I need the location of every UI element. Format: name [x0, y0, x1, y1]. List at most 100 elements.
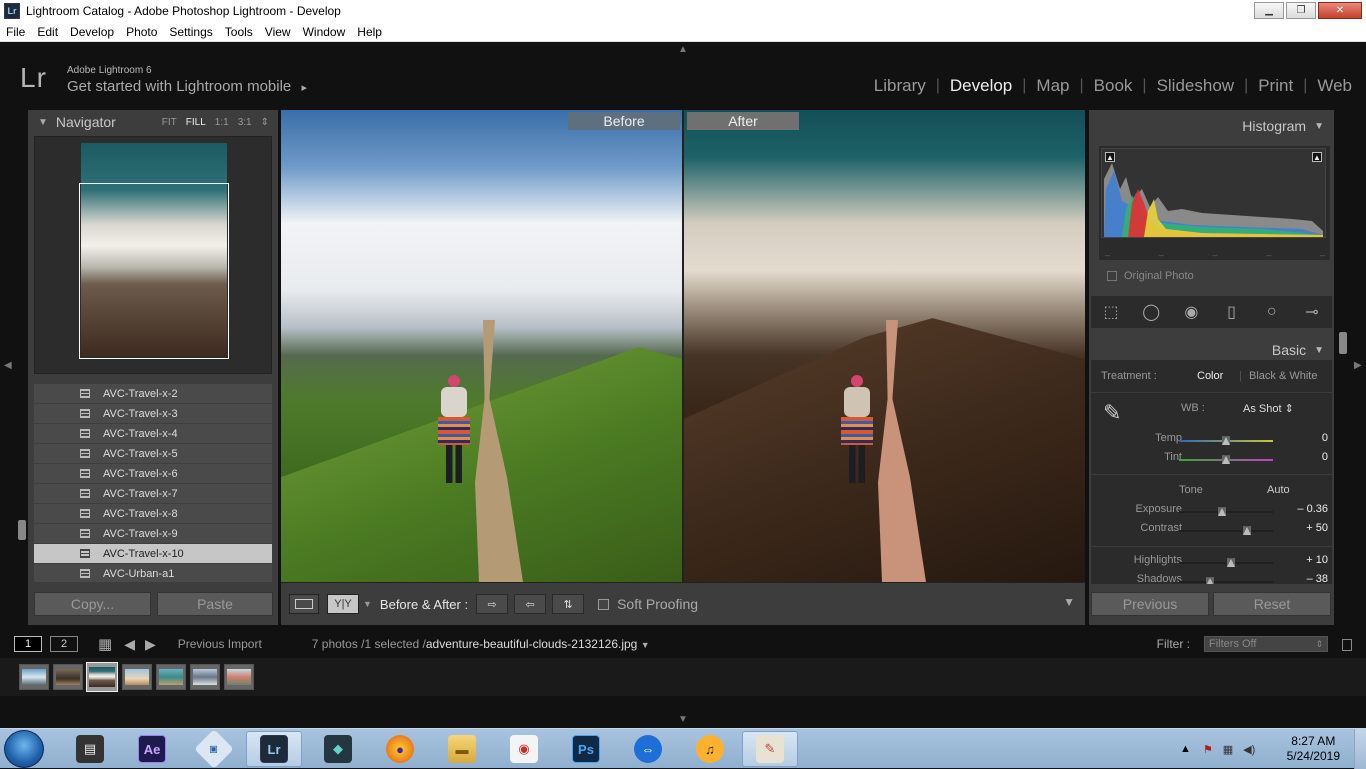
menu-view[interactable]: View [259, 25, 297, 39]
reset-button[interactable]: Reset [1213, 592, 1331, 616]
zoom-fit[interactable]: FIT [162, 117, 177, 128]
view-dropdown-icon[interactable]: ▼ [363, 599, 372, 609]
before-image[interactable]: Before [281, 110, 682, 582]
collapse-triangle-icon[interactable]: ▼ [38, 117, 48, 128]
module-develop[interactable]: Develop [940, 76, 1022, 96]
top-panel-toggle-icon[interactable]: ▲ [678, 44, 688, 55]
tray-volume-icon[interactable]: ◀) [1243, 743, 1255, 756]
treatment-bw-option[interactable]: Black & White [1249, 370, 1317, 382]
taskbar-network-app[interactable]: ◈ [186, 729, 242, 769]
folder-row[interactable]: AVC-Travel-x-2 [34, 384, 272, 404]
contrast-slider[interactable] [1179, 526, 1273, 535]
highlights-value[interactable]: + 10 [1288, 554, 1328, 566]
paste-button[interactable]: Paste [157, 592, 273, 616]
menu-tools[interactable]: Tools [219, 25, 259, 39]
module-library[interactable]: Library [864, 76, 936, 96]
module-web[interactable]: Web [1307, 76, 1362, 96]
menu-file[interactable]: File [0, 25, 31, 39]
toolbar-options-chevron-icon[interactable]: ▼ [1063, 595, 1075, 609]
wb-select[interactable]: As Shot ⇕ [1243, 402, 1294, 415]
red-eye-icon[interactable]: ◉ [1178, 302, 1204, 322]
temp-value[interactable]: 0 [1288, 432, 1328, 444]
filmstrip-thumbnail[interactable] [53, 664, 83, 690]
contrast-value[interactable]: + 50 [1288, 522, 1328, 534]
shadows-slider[interactable] [1179, 577, 1273, 584]
taskbar-media-app[interactable]: ▤ [62, 731, 118, 767]
taskbar-explorer[interactable]: ▬ [434, 731, 490, 767]
taskbar-paint[interactable]: ✎ [742, 731, 798, 767]
basic-header[interactable]: Basic ▼ [1089, 338, 1334, 362]
menu-help[interactable]: Help [351, 25, 388, 39]
filter-select[interactable]: Filters Off ⇕ [1204, 636, 1328, 652]
filmstrip-thumbnail[interactable] [224, 664, 254, 690]
module-map[interactable]: Map [1026, 76, 1079, 96]
filmstrip-thumbnail[interactable] [122, 664, 152, 690]
zoom-3-1[interactable]: 3:1 [238, 117, 252, 128]
contrast-slider-thumb[interactable] [1242, 526, 1251, 535]
before-after-view-button[interactable]: Y|Y [327, 594, 359, 614]
original-photo-checkbox[interactable] [1107, 271, 1117, 281]
temp-slider-thumb[interactable] [1222, 436, 1230, 445]
tint-value[interactable]: 0 [1288, 451, 1328, 463]
crop-overlay-icon[interactable]: ⬚ [1098, 302, 1124, 322]
collapse-triangle-icon[interactable]: ▼ [1314, 121, 1324, 132]
navigator-view-frame[interactable] [79, 183, 229, 359]
folder-row-selected[interactable]: AVC-Travel-x-10 [34, 544, 272, 564]
module-book[interactable]: Book [1084, 76, 1143, 96]
forward-arrow-icon[interactable]: ▶ [145, 636, 156, 653]
navigator-preview[interactable] [34, 136, 272, 374]
taskbar-camera-app[interactable]: ◉ [496, 731, 552, 767]
left-scrollbar[interactable] [18, 520, 26, 540]
exposure-value[interactable]: – 0.36 [1288, 503, 1328, 515]
menu-edit[interactable]: Edit [31, 25, 64, 39]
taskbar-after-effects[interactable]: Ae [124, 731, 180, 767]
histogram-plot[interactable]: ▲ ▲ [1101, 148, 1326, 238]
filmstrip-thumbnail-selected[interactable] [86, 662, 118, 692]
temp-slider[interactable] [1179, 436, 1273, 445]
right-panel-toggle-icon[interactable]: ▶ [1354, 360, 1362, 371]
folder-row[interactable]: AVC-Travel-x-8 [34, 504, 272, 524]
secondary-window-button[interactable]: 2 [50, 636, 78, 652]
taskbar-photoshop[interactable]: Ps [558, 731, 614, 767]
taskbar-filmora[interactable]: ◆ [310, 731, 366, 767]
folder-row[interactable]: AVC-Urban-a1 [34, 564, 272, 582]
close-button[interactable]: ✕ [1318, 2, 1362, 19]
treatment-color-option[interactable]: Color [1197, 370, 1223, 382]
folder-row[interactable]: AVC-Travel-x-5 [34, 444, 272, 464]
original-photo-toggle[interactable]: Original Photo [1107, 270, 1194, 282]
maximize-button[interactable]: ❐ [1286, 2, 1316, 19]
taskbar-lightroom[interactable]: Lr [246, 731, 302, 767]
highlights-slider[interactable] [1179, 558, 1273, 567]
swap-settings-icon[interactable]: ⇅ [552, 594, 585, 614]
filmstrip-thumbnail[interactable] [190, 664, 220, 690]
zoom-fill[interactable]: FILL [186, 117, 206, 128]
tray-expand-icon[interactable]: ▲ [1180, 743, 1191, 755]
right-scrollbar[interactable] [1339, 332, 1347, 354]
bottom-panel-toggle-icon[interactable]: ▼ [678, 714, 688, 725]
start-button[interactable] [4, 730, 44, 768]
loupe-view-button[interactable] [289, 594, 319, 614]
folder-row[interactable]: AVC-Travel-x-9 [34, 524, 272, 544]
highlights-slider-thumb[interactable] [1226, 558, 1235, 567]
menu-settings[interactable]: Settings [163, 25, 218, 39]
copy-button[interactable]: Copy... [34, 592, 151, 616]
module-print[interactable]: Print [1248, 76, 1303, 96]
tray-network-icon[interactable]: ▦ [1223, 743, 1233, 756]
tint-slider-thumb[interactable] [1222, 455, 1230, 464]
tray-flag-icon[interactable]: ⚑ [1203, 743, 1213, 756]
adjustment-brush-icon[interactable]: ⊸ [1299, 302, 1325, 322]
filmstrip-toggle-icon[interactable] [1342, 639, 1352, 651]
spot-removal-icon[interactable]: ◯ [1138, 302, 1164, 322]
menu-develop[interactable]: Develop [64, 25, 120, 39]
show-desktop-button[interactable] [1354, 729, 1366, 769]
grid-view-icon[interactable]: ▦ [98, 635, 112, 653]
graduated-filter-icon[interactable]: ▯ [1219, 302, 1245, 322]
filmstrip-source[interactable]: Previous Import [178, 637, 262, 651]
navigator-header[interactable]: ▼ Navigator FIT FILL 1:1 3:1 ⇕ [28, 110, 278, 134]
lr-mobile-link[interactable]: Get started with Lightroom mobile ▸ [67, 78, 307, 95]
shadows-value[interactable]: – 38 [1288, 573, 1328, 584]
filmstrip-info[interactable]: 7 photos /1 selected /adventure-beautifu… [312, 637, 650, 651]
minimize-button[interactable]: ▁ [1254, 2, 1284, 19]
taskbar-clock[interactable]: 8:27 AM 5/24/2019 [1287, 734, 1340, 764]
filmstrip-thumbnail[interactable] [19, 664, 49, 690]
